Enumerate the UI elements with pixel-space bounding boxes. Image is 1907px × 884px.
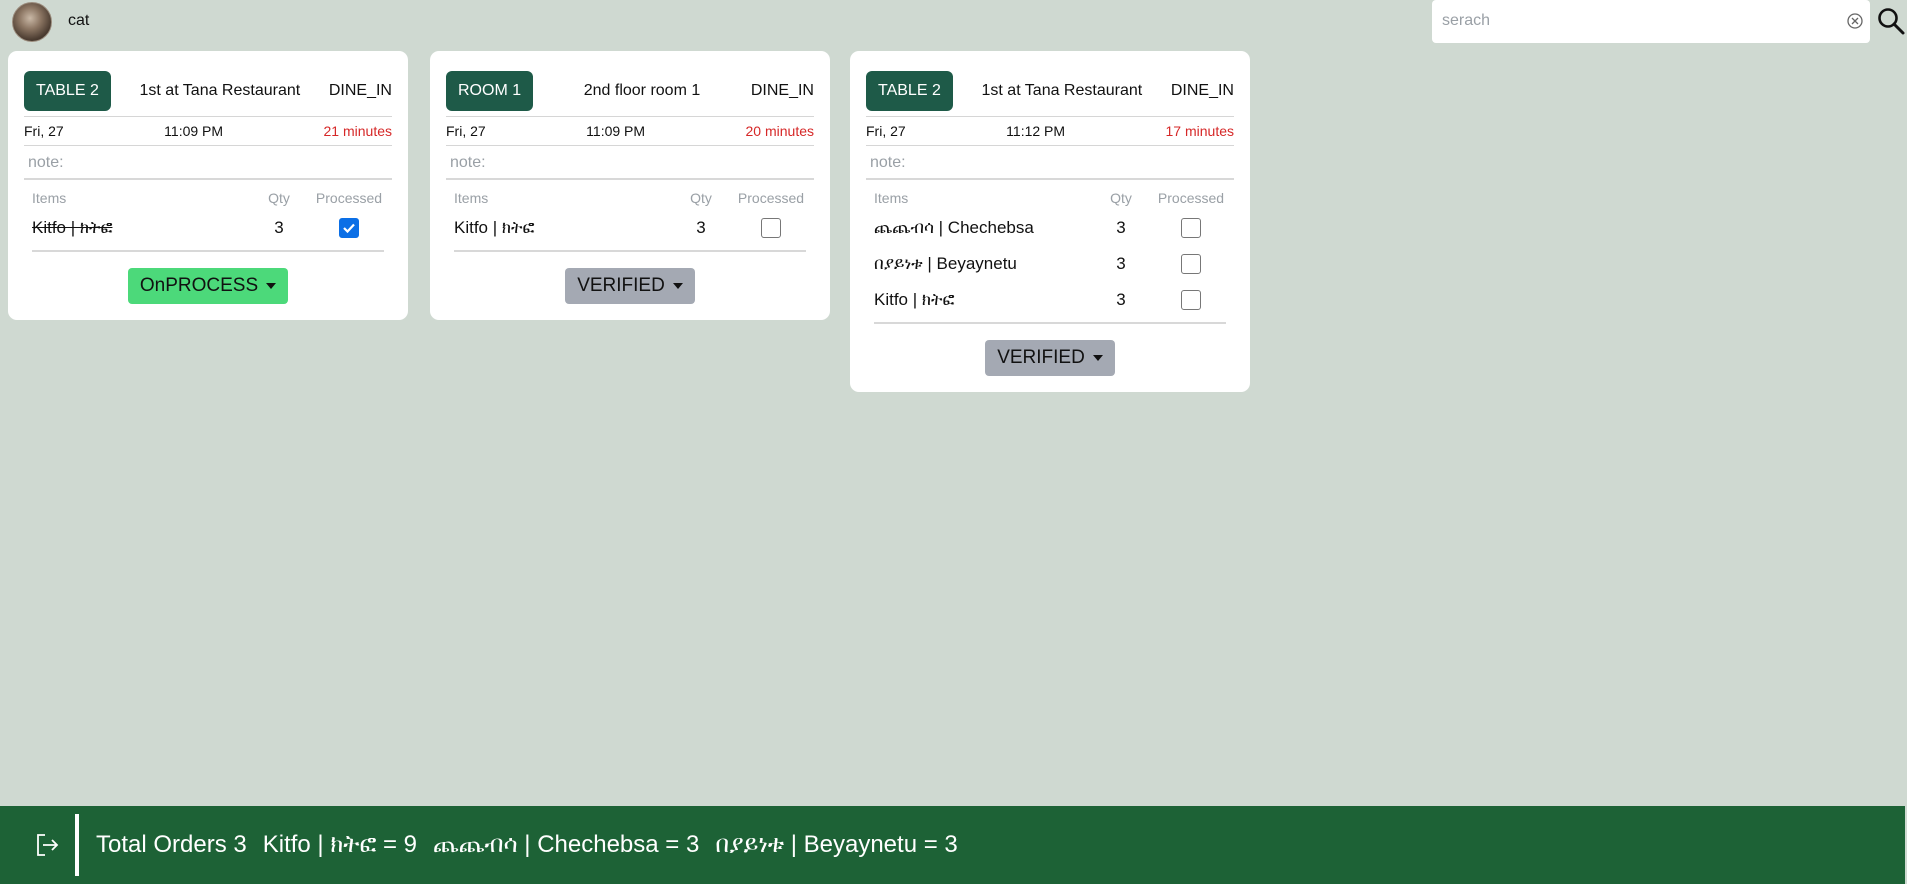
status-dropdown-button[interactable]: OnPROCESS <box>127 268 289 304</box>
item-total: Kitfo | ክትፎ = 9 <box>262 831 418 858</box>
order-type: DINE_IN <box>750 82 814 99</box>
top-bar: cat <box>0 0 1907 44</box>
processed-checkbox[interactable] <box>339 218 359 238</box>
search-icon[interactable] <box>1876 6 1906 36</box>
items-header: Items Qty Processed <box>874 180 1226 210</box>
order-location: 1st at Tana Restaurant <box>139 82 301 99</box>
processed-checkbox[interactable] <box>1181 254 1201 274</box>
order-elapsed: 20 minutes <box>745 123 814 139</box>
item-qty: 3 <box>696 218 706 237</box>
processed-checkbox[interactable] <box>761 218 781 238</box>
order-note: note: <box>446 146 814 180</box>
order-card: TABLE 2 1st at Tana Restaurant DINE_IN F… <box>8 51 408 320</box>
item-name: በያይነቱ | Beyaynetu <box>874 254 1017 273</box>
processed-checkbox[interactable] <box>1181 290 1201 310</box>
items-column-header: Items <box>874 190 909 206</box>
item-total: ጨጨብሳ | Chechebsa = 3 <box>433 831 700 858</box>
total-orders: Total Orders 3 <box>96 831 247 858</box>
order-location: 1st at Tana Restaurant <box>981 82 1143 99</box>
item-qty: 3 <box>1116 254 1126 273</box>
order-day: Fri, 27 <box>866 123 906 139</box>
items-table: Items Qty Processed Kitfo | ክትፎ 3 <box>24 180 392 252</box>
search-input[interactable] <box>1442 9 1832 33</box>
order-header: TABLE 2 1st at Tana Restaurant DINE_IN <box>866 71 1234 111</box>
item-row: ጨጨብሳ | Chechebsa 3 <box>874 210 1226 246</box>
items-column-header: Items <box>454 190 489 206</box>
status-dropdown-button[interactable]: VERIFIED <box>565 268 695 304</box>
processed-column-header: Processed <box>315 190 383 206</box>
username: cat <box>68 12 90 29</box>
caret-down-icon <box>672 283 683 289</box>
order-elapsed: 21 minutes <box>323 123 392 139</box>
order-card: ROOM 1 2nd floor room 1 DINE_IN Fri, 27 … <box>430 51 830 320</box>
order-totals: Total Orders 3 Kitfo | ክትፎ = 9 ጨጨብሳ | Ch… <box>96 831 958 859</box>
item-name: Kitfo | ክትፎ <box>454 218 535 237</box>
table-tag[interactable]: TABLE 2 <box>866 71 953 111</box>
item-qty: 3 <box>274 218 284 237</box>
search-box <box>1432 0 1870 43</box>
caret-down-icon <box>1092 355 1103 361</box>
order-meta: Fri, 27 11:12 PM 17 minutes <box>866 116 1234 146</box>
items-header: Items Qty Processed <box>32 180 384 210</box>
order-location: 2nd floor room 1 <box>583 82 701 99</box>
order-day: Fri, 27 <box>24 123 64 139</box>
item-name: Kitfo | ክትፎ <box>874 290 955 309</box>
status-label: OnPROCESS <box>139 275 259 296</box>
item-row: Kitfo | ክትፎ 3 <box>874 282 1226 318</box>
processed-checkbox[interactable] <box>1181 218 1201 238</box>
order-card: TABLE 2 1st at Tana Restaurant DINE_IN F… <box>850 51 1250 392</box>
logout-icon[interactable] <box>34 832 60 858</box>
order-meta: Fri, 27 11:09 PM 21 minutes <box>24 116 392 146</box>
order-time: 11:09 PM <box>586 123 646 139</box>
table-tag[interactable]: ROOM 1 <box>446 71 534 111</box>
order-time: 11:09 PM <box>164 123 224 139</box>
order-note: note: <box>24 146 392 180</box>
item-total: በያይነቱ | Beyaynetu = 3 <box>715 831 958 858</box>
order-type: DINE_IN <box>1170 82 1234 99</box>
processed-column-header: Processed <box>737 190 805 206</box>
item-row: Kitfo | ክትፎ 3 <box>454 210 806 246</box>
item-row: Kitfo | ክትፎ 3 <box>32 210 384 246</box>
check-icon <box>343 223 355 234</box>
status-label: VERIFIED <box>997 347 1085 368</box>
order-note: note: <box>866 146 1234 180</box>
footer-divider <box>75 814 79 876</box>
item-qty: 3 <box>1116 218 1126 237</box>
items-table: Items Qty Processed ጨጨብሳ | Chechebsa 3 በ… <box>866 180 1234 324</box>
qty-column-header: Qty <box>690 190 712 206</box>
item-row: በያይነቱ | Beyaynetu 3 <box>874 246 1226 282</box>
processed-column-header: Processed <box>1157 190 1225 206</box>
clear-circle-icon[interactable] <box>1846 12 1864 30</box>
items-table: Items Qty Processed Kitfo | ክትፎ 3 <box>446 180 814 252</box>
avatar[interactable] <box>12 2 52 42</box>
item-name: ጨጨብሳ | Chechebsa <box>874 218 1034 237</box>
order-type: DINE_IN <box>328 82 392 99</box>
qty-column-header: Qty <box>1110 190 1132 206</box>
qty-column-header: Qty <box>268 190 290 206</box>
item-qty: 3 <box>1116 290 1126 309</box>
order-meta: Fri, 27 11:09 PM 20 minutes <box>446 116 814 146</box>
footer-summary-bar: Total Orders 3 Kitfo | ክትፎ = 9 ጨጨብሳ | Ch… <box>0 806 1905 884</box>
order-elapsed: 17 minutes <box>1165 123 1234 139</box>
order-header: ROOM 1 2nd floor room 1 DINE_IN <box>446 71 814 111</box>
caret-down-icon <box>266 283 277 289</box>
order-time: 11:12 PM <box>1006 123 1066 139</box>
order-header: TABLE 2 1st at Tana Restaurant DINE_IN <box>24 71 392 111</box>
status-dropdown-button[interactable]: VERIFIED <box>985 340 1115 376</box>
items-column-header: Items <box>32 190 67 206</box>
items-header: Items Qty Processed <box>454 180 806 210</box>
item-name: Kitfo | ክትፎ <box>32 218 113 237</box>
status-label: VERIFIED <box>577 275 665 296</box>
order-day: Fri, 27 <box>446 123 486 139</box>
table-tag[interactable]: TABLE 2 <box>24 71 111 111</box>
